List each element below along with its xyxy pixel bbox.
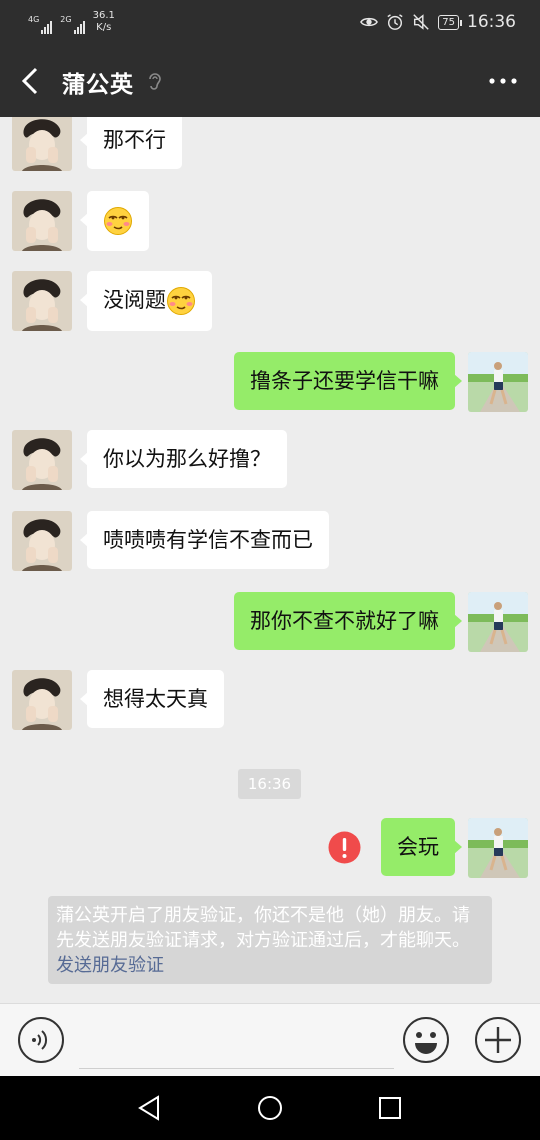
avatar[interactable] [468,352,528,412]
message-text: 啧啧啧有学信不查而已 [103,528,313,552]
message-text: 你以为那么好撸？ [103,447,271,471]
signal-4g: 4G [28,15,53,34]
emoji-icon[interactable] [402,1016,450,1064]
system-notice-text: 蒲公英开启了朋友验证，你还不是他（她）朋友。请先发送朋友验证请求，对方验证通过后… [56,905,470,951]
signal-2g: 2G [60,15,85,34]
message-bubble[interactable]: 没阅题 [80,271,212,331]
message-bubble[interactable]: 撸条子还要学信干嘛 [234,352,462,410]
eye-icon [360,17,379,27]
message-input[interactable] [79,1014,394,1069]
message-bubble[interactable]: 会玩 [381,818,462,876]
network-speed: 36.1 K/s [93,10,115,34]
status-bar: 4G 2G 36.1 K/s 75 16:36 [0,0,540,45]
system-notice: 蒲公英开启了朋友验证，你还不是他（她）朋友。请先发送朋友验证请求，对方验证通过后… [48,896,492,984]
more-dots-icon[interactable] [488,71,518,91]
message-text: 那不行 [103,128,166,152]
signal-bars-icon [73,20,85,34]
system-nav-bar [0,1076,540,1140]
timestamp: 16:36 [238,769,301,799]
avatar[interactable] [468,592,528,652]
message-text: 想得太天真 [103,687,208,711]
plus-icon[interactable] [474,1016,522,1064]
smirk-emoji-icon [167,287,195,315]
message-bubble[interactable]: 想得太天真 [80,670,224,728]
speed-unit: K/s [96,22,112,33]
chevron-left-icon[interactable] [14,63,50,99]
input-bar [0,1003,540,1076]
send-failed-icon[interactable] [328,831,361,864]
voice-icon[interactable] [17,1016,65,1064]
message-text: 那你不查不就好了嘛 [250,609,439,633]
message-bubble[interactable] [80,191,149,251]
avatar[interactable] [468,818,528,878]
smirk-emoji-icon [104,207,132,235]
message-text: 没阅题 [103,288,166,312]
alarm-icon [387,14,403,30]
speed-value: 36.1 [92,10,115,21]
mute-icon [413,14,429,30]
avatar[interactable] [12,670,72,730]
message-text: 撸条子还要学信干嘛 [250,369,439,393]
signal-bars-icon [41,20,53,34]
message-text: 会玩 [397,835,439,859]
network-type-label: 2G [60,15,72,24]
avatar[interactable] [12,271,72,331]
message-bubble[interactable]: 你以为那么好撸？ [80,430,287,488]
battery-icon: 75 [438,14,462,30]
message-bubble[interactable]: 那你不查不就好了嘛 [234,592,462,650]
avatar[interactable] [12,117,72,171]
avatar[interactable] [12,430,72,490]
home-circle-icon[interactable] [256,1094,284,1122]
send-friend-verification-link[interactable]: 发送朋友验证 [56,955,164,976]
ear-icon [149,73,161,90]
clock: 16:36 [467,12,516,32]
message-bubble[interactable]: 啧啧啧有学信不查而已 [80,511,329,569]
recents-square-icon[interactable] [376,1094,404,1122]
network-indicators: 4G 2G 36.1 K/s [28,10,115,34]
chat-header: 蒲公英 [0,45,540,117]
page-title: 蒲公英 [62,72,134,98]
message-bubble[interactable]: 那不行 [80,117,182,169]
avatar[interactable] [12,191,72,251]
network-type-label: 4G [28,15,40,24]
status-icons: 75 16:36 [360,12,516,32]
back-triangle-icon[interactable] [136,1094,164,1122]
avatar[interactable] [12,511,72,571]
message-list[interactable]: 那不行 没阅题 撸条子还要学信干嘛 你以为那么好撸？ 啧啧啧有学信不查而已 那你… [0,117,540,1003]
